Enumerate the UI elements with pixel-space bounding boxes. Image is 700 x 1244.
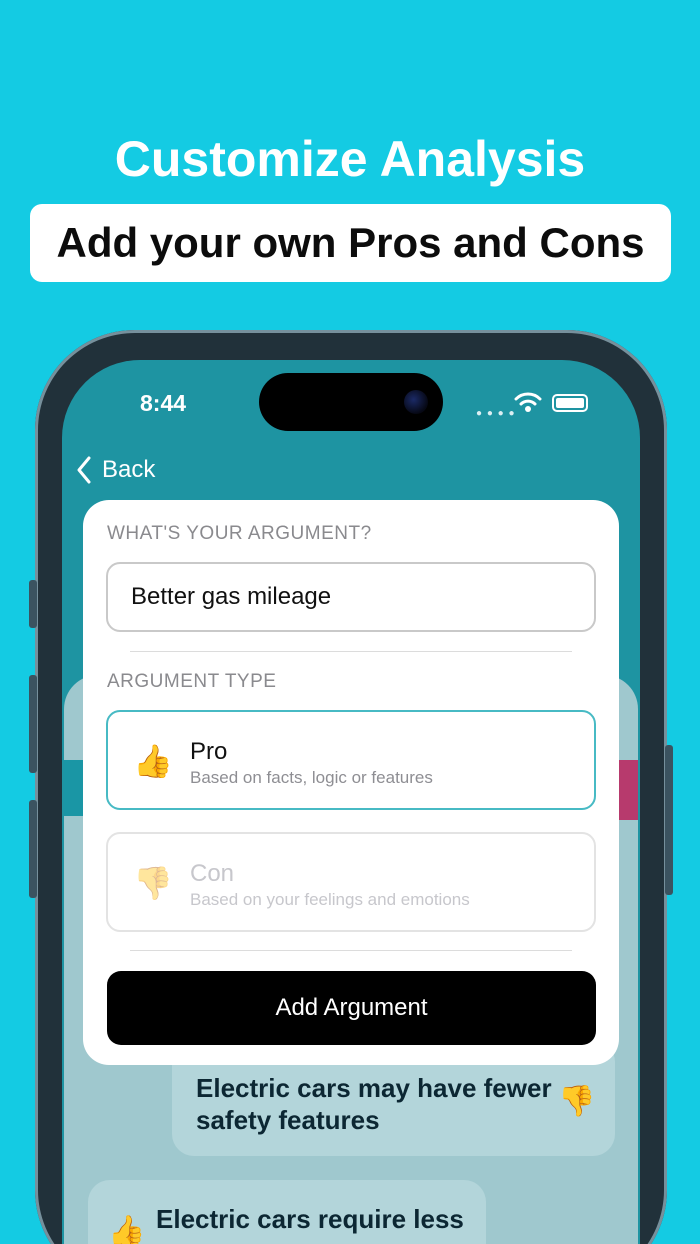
chevron-left-icon — [77, 456, 91, 484]
thumbs-down-icon: 👎 — [133, 865, 173, 901]
thumbs-down-icon: 👎 — [558, 1085, 596, 1118]
thumbs-up-icon: 👍 — [108, 1215, 146, 1244]
argument-card-text: Electric cars may have fewer safety feat… — [196, 1073, 552, 1135]
promo-headline: Customize Analysis — [114, 131, 586, 187]
phone-power-button — [665, 745, 673, 895]
signal-icon: ● ● ● ● — [476, 408, 516, 419]
status-time: 8:44 — [140, 390, 187, 416]
wifi-icon — [514, 392, 542, 412]
background-con-bar — [616, 760, 638, 820]
promo-subheadline-pill: Add your own Pros and Cons — [30, 204, 671, 282]
phone-volume-down-button — [29, 800, 37, 898]
divider — [130, 950, 572, 951]
camera-icon — [404, 390, 428, 414]
phone-side-button — [29, 580, 37, 628]
divider — [130, 651, 572, 652]
argument-input[interactable]: Better gas mileage — [106, 562, 596, 632]
con-option[interactable]: 👎 Con Based on your feelings and emotion… — [106, 832, 596, 932]
argument-card-text: Electric cars require less — [156, 1204, 464, 1234]
back-button[interactable]: Back — [76, 456, 155, 484]
battery-icon — [552, 394, 588, 412]
promo-subheadline: Add your own Pros and Cons — [56, 219, 645, 266]
argument-section-label: WHAT'S YOUR ARGUMENT? — [107, 523, 372, 544]
back-label: Back — [102, 456, 156, 483]
con-option-subtitle: Based on your feelings and emotions — [190, 890, 470, 909]
con-option-title: Con — [190, 860, 235, 887]
add-argument-button[interactable]: Add Argument — [107, 971, 596, 1045]
pro-option[interactable]: 👍 Pro Based on facts, logic or features — [106, 710, 596, 810]
thumbs-up-icon: 👍 — [133, 743, 173, 779]
phone-volume-up-button — [29, 675, 37, 773]
pro-option-title: Pro — [190, 738, 228, 765]
pro-option-subtitle: Based on facts, logic or features — [190, 768, 433, 787]
argument-type-label: ARGUMENT TYPE — [107, 671, 277, 692]
